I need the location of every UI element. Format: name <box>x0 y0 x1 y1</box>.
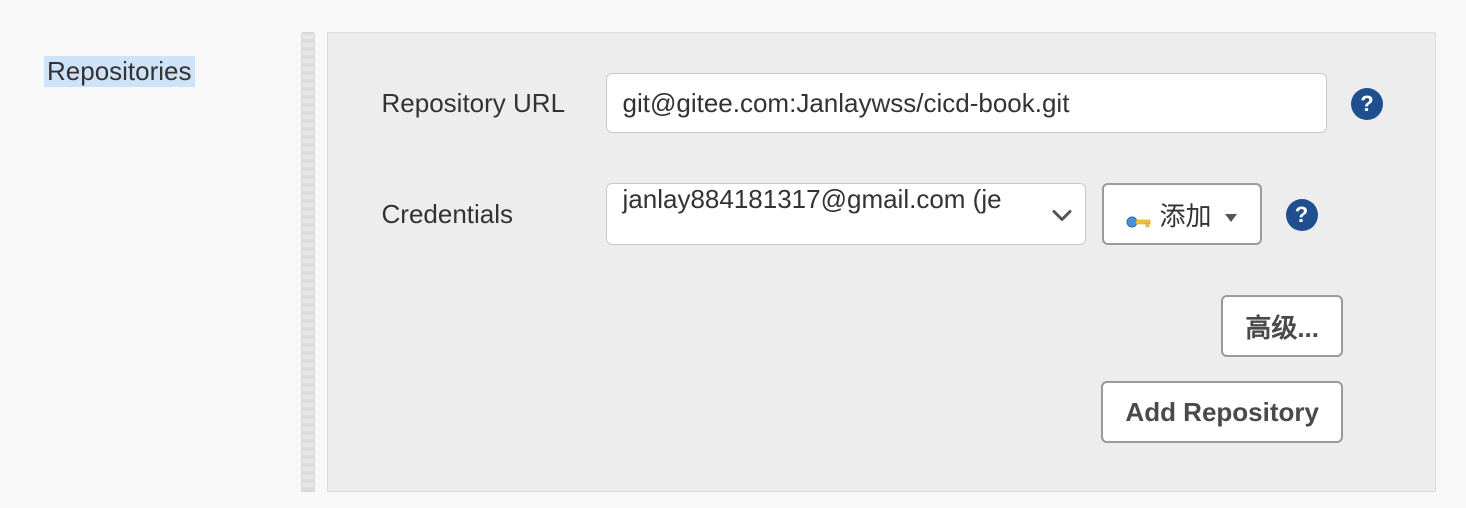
caret-down-icon <box>1224 199 1238 230</box>
repository-config-panel: Repository URL ? Credentials janlay88418… <box>327 32 1436 492</box>
add-credentials-label: 添加 <box>1160 196 1212 233</box>
advanced-button[interactable]: 高级... <box>1221 295 1343 357</box>
drag-handle[interactable] <box>301 32 315 492</box>
select-credentials[interactable]: janlay884181317@gmail.com (je <box>606 183 1086 245</box>
action-buttons: 高级... Add Repository <box>382 295 1391 443</box>
section-label-repositories: Repositories <box>44 56 195 87</box>
row-repository-url: Repository URL ? <box>382 73 1391 133</box>
row-credentials: Credentials janlay884181317@gmail.com (j… <box>382 183 1391 245</box>
help-icon[interactable]: ? <box>1351 88 1383 120</box>
input-repository-url[interactable] <box>606 73 1327 133</box>
add-repository-button[interactable]: Add Repository <box>1101 381 1343 443</box>
label-credentials: Credentials <box>382 199 606 230</box>
label-repository-url: Repository URL <box>382 88 606 119</box>
help-icon[interactable]: ? <box>1286 199 1318 231</box>
key-icon <box>1126 206 1152 222</box>
add-credentials-button[interactable]: 添加 <box>1102 183 1262 245</box>
